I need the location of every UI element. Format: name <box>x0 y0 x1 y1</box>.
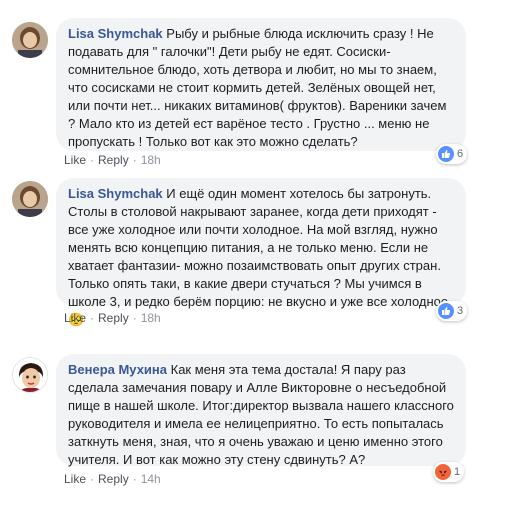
timestamp[interactable]: 18h <box>141 153 161 167</box>
reaction-number: 6 <box>457 148 464 160</box>
reaction-number: 3 <box>457 305 464 317</box>
reply-link[interactable]: Reply <box>98 472 129 486</box>
author-name[interactable]: Lisa Shymchak <box>68 186 166 201</box>
comment-actions: Like · Reply · 18h <box>64 311 161 325</box>
angry-reaction-icon <box>435 464 451 480</box>
comment-actions: Like · Reply · 18h <box>64 153 161 167</box>
separator: · <box>132 311 137 325</box>
reaction-count[interactable]: 6 <box>436 144 468 164</box>
like-reaction-icon <box>438 303 454 319</box>
like-link[interactable]: Like <box>64 153 86 167</box>
user-photo-icon <box>12 181 48 217</box>
avatar[interactable] <box>12 357 48 393</box>
reaction-number: 1 <box>454 466 461 478</box>
timestamp[interactable]: 18h <box>141 311 161 325</box>
reply-link[interactable]: Reply <box>98 311 129 325</box>
comment-actions: Like · Reply · 14h <box>64 472 161 486</box>
comment-bubble: Lisa Shymchak Рыбу и рыбные блюда исключ… <box>56 18 466 151</box>
comment-bubble: Lisa Shymchak И ещё один момент хотелось… <box>56 178 466 327</box>
separator: · <box>132 153 137 167</box>
separator: · <box>90 472 95 486</box>
separator: · <box>90 311 95 325</box>
author-name[interactable]: Lisa Shymchak <box>68 26 166 41</box>
reaction-count[interactable]: 3 <box>436 301 468 321</box>
reply-link[interactable]: Reply <box>98 153 129 167</box>
comment-bubble: Венера Мухина Как меня эта тема достала!… <box>56 354 466 467</box>
like-reaction-icon <box>438 146 454 162</box>
comment-text: Рыбу и рыбные блюда исключить сразу ! Не… <box>68 26 447 149</box>
avatar[interactable] <box>12 181 48 217</box>
separator: · <box>90 153 95 167</box>
reaction-count[interactable]: 1 <box>433 462 465 482</box>
separator: · <box>132 472 137 486</box>
comment-text: Как меня эта тема достала! Я пару раз сд… <box>68 362 454 467</box>
cartoon-avatar-icon <box>13 358 47 392</box>
like-link[interactable]: Like <box>64 311 86 325</box>
author-name[interactable]: Венера Мухина <box>68 362 171 377</box>
timestamp[interactable]: 14h <box>141 472 161 486</box>
comment-text: И ещё один момент хотелось бы затронуть.… <box>68 186 449 327</box>
avatar[interactable] <box>12 22 48 58</box>
user-photo-icon <box>12 22 48 58</box>
like-link[interactable]: Like <box>64 472 86 486</box>
